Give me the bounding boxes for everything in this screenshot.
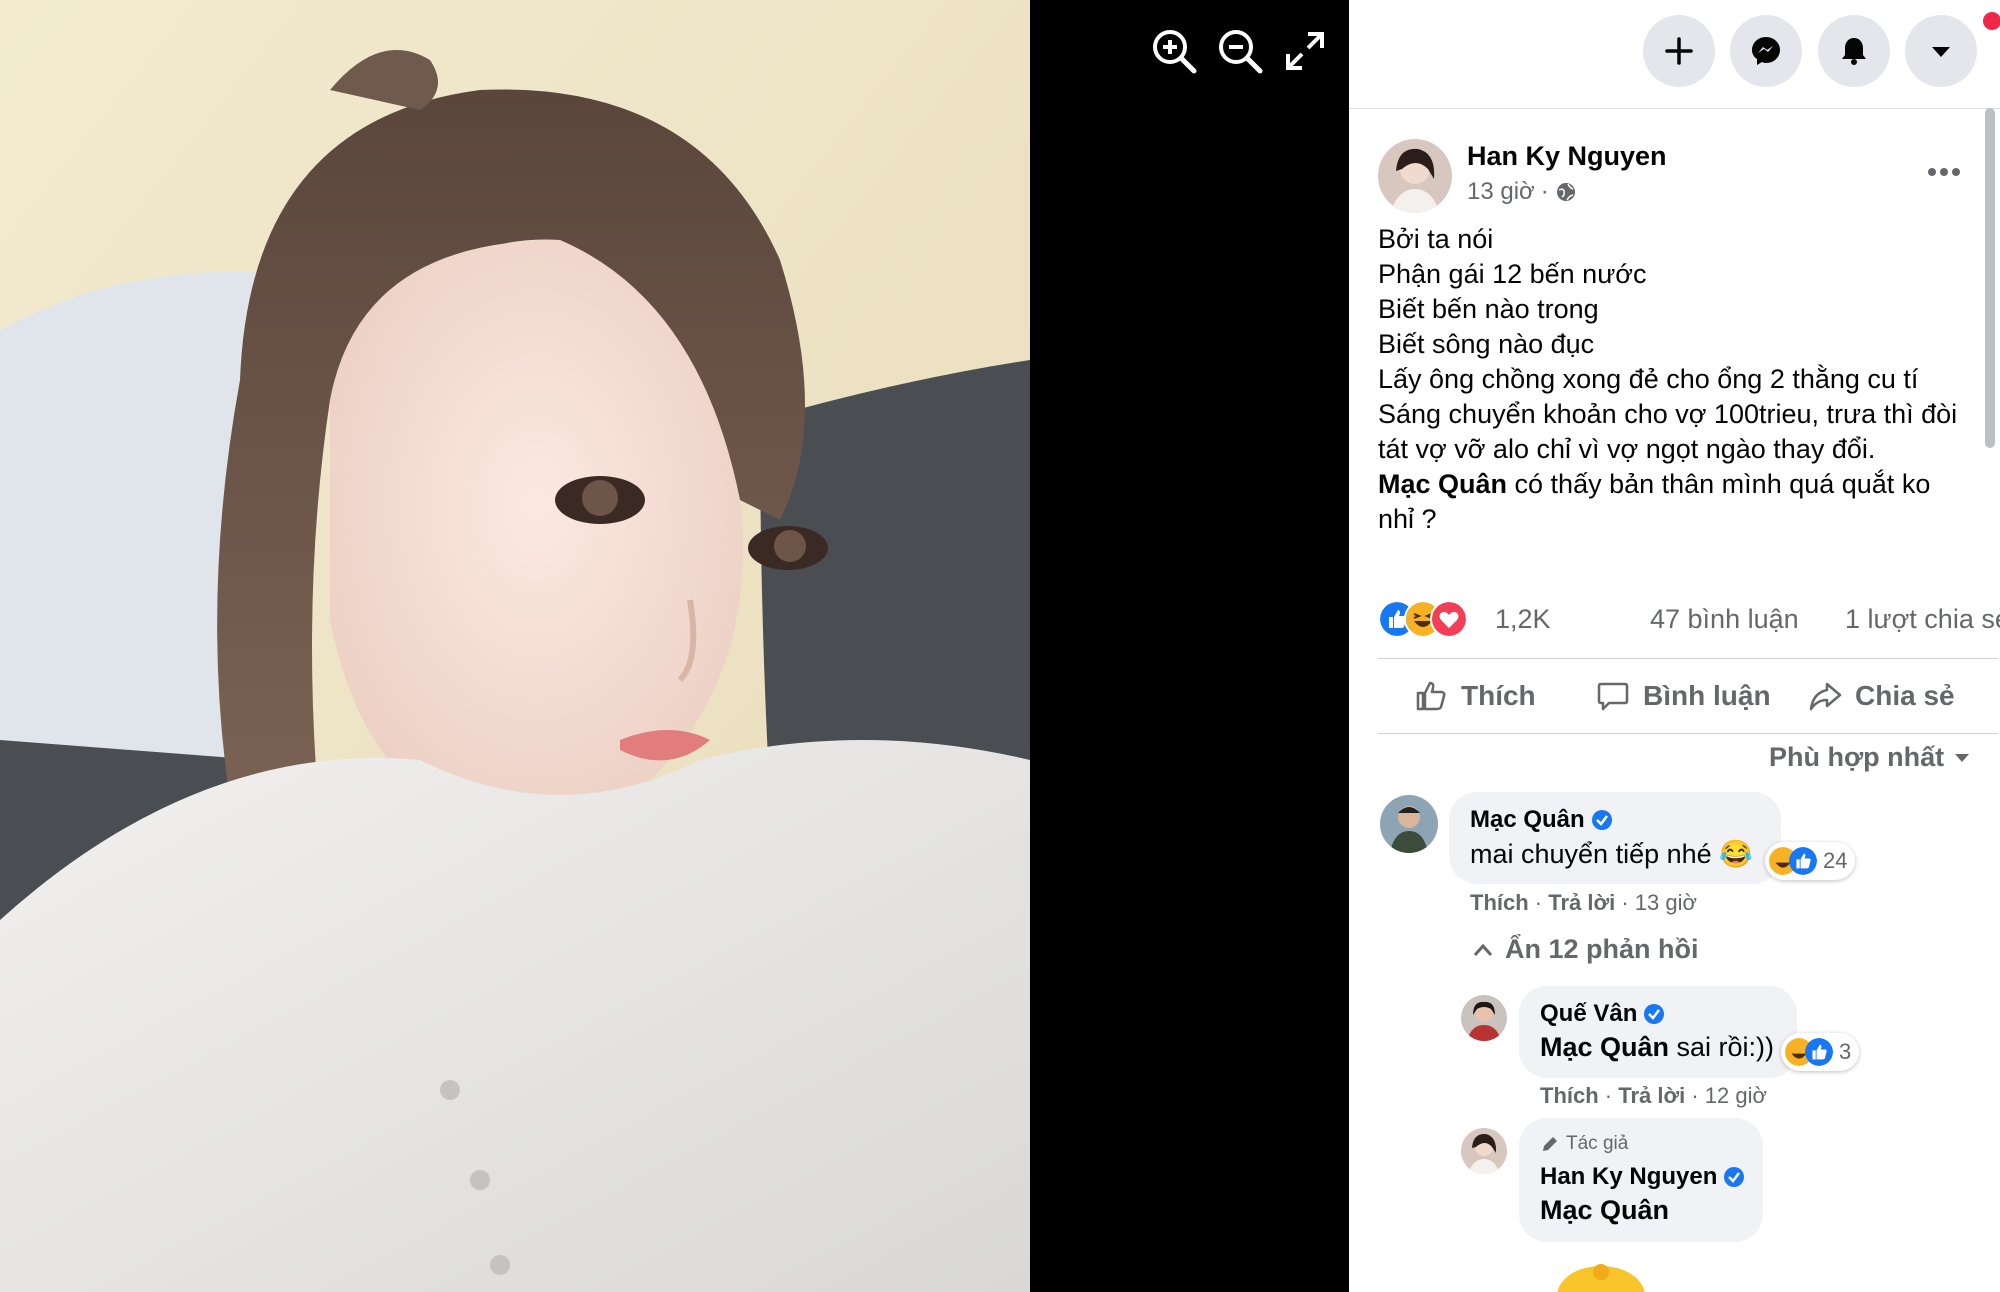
post-line-rest: có thấy bản thân mình quá quắt ko xyxy=(1507,469,1931,499)
post-photo xyxy=(0,0,1030,1292)
sticker-image xyxy=(1553,1262,1649,1292)
share-icon xyxy=(1809,682,1842,711)
zoom-in-icon[interactable] xyxy=(1149,26,1199,76)
commenter-avatar[interactable] xyxy=(1380,795,1438,853)
like-reaction-icon xyxy=(1789,847,1817,875)
post-line: Bởi ta nói xyxy=(1378,224,1494,254)
post-line: Mạc Quân có thấy bản thân mình quá quắt … xyxy=(1378,467,1978,502)
pencil-icon xyxy=(1543,1137,1557,1151)
account-menu-button[interactable] xyxy=(1905,15,1977,87)
author-name[interactable]: Han Ky Nguyen xyxy=(1467,141,1667,172)
post-timestamp[interactable]: 13 giờ · xyxy=(1467,178,1577,206)
post-line: Lấy ông chồng xong đẻ cho ổng 2 thằng cu… xyxy=(1378,364,1919,394)
share-button[interactable]: Chia sẻ xyxy=(1807,672,1955,720)
commenter-name-text: Mạc Quân xyxy=(1470,806,1585,833)
expand-icon[interactable] xyxy=(1280,26,1330,76)
commenter-name[interactable]: Mạc Quân xyxy=(1470,806,1613,834)
comment-text: mai chuyển tiếp nhé 😂 xyxy=(1470,839,1753,869)
globe-icon xyxy=(1556,183,1575,201)
comment-reply-link[interactable]: Trả lời xyxy=(1548,890,1615,915)
mention-link[interactable]: Mạc Quân xyxy=(1378,469,1507,499)
share-label: Chia sẻ xyxy=(1855,680,1955,711)
post-text: Bởi ta nói Phận gái 12 bến nước Biết bến… xyxy=(1378,222,1978,537)
scrollbar[interactable] xyxy=(1985,108,1995,448)
comments-count[interactable]: 47 bình luận xyxy=(1650,604,1799,635)
separator-dot: · xyxy=(1540,178,1549,205)
reply-like-link[interactable]: Thích xyxy=(1540,1083,1599,1108)
comment-reactions[interactable]: 24 xyxy=(1765,842,1856,880)
verified-badge-icon xyxy=(1724,1167,1745,1187)
notifications-button[interactable] xyxy=(1818,15,1890,87)
messenger-icon xyxy=(1752,37,1780,65)
notification-badge xyxy=(1981,10,2000,32)
hide-replies-label: Ẩn 12 phản hồi xyxy=(1505,934,1699,964)
reply-reply-link[interactable]: Trả lời xyxy=(1618,1083,1685,1108)
reactions-count[interactable]: 1,2K xyxy=(1495,604,1551,635)
author-badge: Tác giả xyxy=(1540,1133,1628,1155)
reply-time[interactable]: 12 giờ xyxy=(1705,1083,1767,1108)
post-line: Biết sông nào đục xyxy=(1378,329,1595,359)
post-panel: Han Ky Nguyen 13 giờ · Bởi ta nói Phận g… xyxy=(1349,0,2000,1292)
more-options-icon[interactable] xyxy=(1921,152,1967,192)
post-line: Phận gái 12 bến nước xyxy=(1378,259,1647,289)
mention-link[interactable]: Mạc Quân xyxy=(1540,1195,1669,1225)
love-reaction-icon[interactable] xyxy=(1430,600,1468,638)
author-reply-name[interactable]: Han Ky Nguyen xyxy=(1540,1163,1745,1191)
replier-name-text: Quế Vân xyxy=(1540,1000,1638,1027)
reply-text: Mạc Quân sai rồi:)) xyxy=(1540,1032,1774,1063)
reply-reactions[interactable]: 3 xyxy=(1781,1033,1860,1071)
author-reply-name-text: Han Ky Nguyen xyxy=(1540,1163,1718,1190)
reactions-summary: 1,2K 47 bình luận 1 lượt chia sẻ xyxy=(1378,598,2000,642)
messenger-button[interactable] xyxy=(1730,15,1802,87)
comment-sort-dropdown[interactable]: Phù hợp nhất xyxy=(1769,742,1970,773)
author-avatar[interactable] xyxy=(1378,139,1452,213)
create-button[interactable] xyxy=(1643,15,1715,87)
plus-icon xyxy=(1665,37,1693,65)
like-button[interactable]: Thích xyxy=(1413,672,1536,720)
replier-name[interactable]: Quế Vân xyxy=(1540,1000,1665,1028)
post-line: Sáng chuyển khoản cho vợ 100trieu, trưa … xyxy=(1378,399,1958,429)
like-label: Thích xyxy=(1461,680,1536,711)
post-line: nhỉ ? xyxy=(1378,504,1437,534)
post-line: tát vợ vỡ alo chỉ vì vợ ngọt ngào thay đ… xyxy=(1378,434,1876,464)
author-reply-text: Mạc Quân xyxy=(1540,1195,1669,1226)
comment-meta: Thích · Trả lời · 13 giờ xyxy=(1470,890,1697,915)
thumbs-up-icon xyxy=(1416,681,1446,711)
comment-reaction-count: 24 xyxy=(1823,848,1848,873)
verified-badge-icon xyxy=(1591,810,1612,830)
reply-meta: Thích · Trả lời · 12 giờ xyxy=(1540,1083,1767,1108)
comment-time[interactable]: 13 giờ xyxy=(1635,890,1697,915)
comment-like-link[interactable]: Thích xyxy=(1470,890,1529,915)
bell-icon xyxy=(1842,38,1866,65)
caret-down-icon xyxy=(1932,47,1950,57)
divider xyxy=(1378,733,1998,734)
chevron-up-icon xyxy=(1473,943,1493,956)
verified-badge-icon xyxy=(1644,1004,1665,1024)
reply-text-rest: sai rồi:)) xyxy=(1669,1032,1775,1062)
sort-label: Phù hợp nhất xyxy=(1769,742,1945,772)
reply-reaction-count: 3 xyxy=(1839,1039,1852,1064)
mention-link[interactable]: Mạc Quân xyxy=(1540,1032,1669,1062)
comment-icon xyxy=(1597,682,1629,711)
divider xyxy=(1378,658,1998,659)
replier-avatar[interactable] xyxy=(1461,995,1507,1041)
shares-count[interactable]: 1 lượt chia sẻ xyxy=(1845,604,2000,635)
author-reply-avatar[interactable] xyxy=(1461,1128,1507,1174)
zoom-out-icon[interactable] xyxy=(1215,26,1265,76)
caret-down-icon xyxy=(1955,753,1970,762)
comment-button[interactable]: Bình luận xyxy=(1595,672,1771,720)
photo-viewer xyxy=(0,0,1349,1292)
comment-label: Bình luận xyxy=(1643,680,1771,711)
top-bar xyxy=(1349,0,2000,109)
like-reaction-icon xyxy=(1805,1038,1833,1066)
post-line: Biết bến nào trong xyxy=(1378,294,1599,324)
author-badge-label: Tác giả xyxy=(1566,1133,1629,1154)
post-time-text: 13 giờ xyxy=(1467,178,1535,205)
hide-replies-toggle[interactable]: Ẩn 12 phản hồi xyxy=(1473,934,1699,965)
